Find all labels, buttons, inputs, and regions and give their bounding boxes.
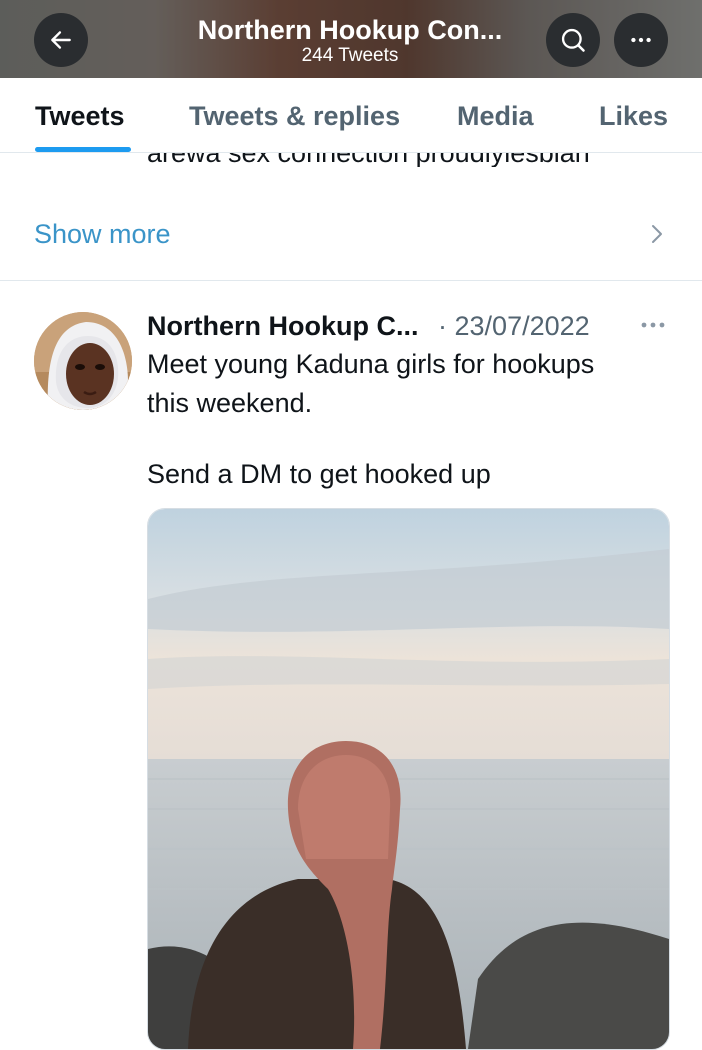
tweet-author[interactable]: Northern Hookup C... — [147, 310, 419, 342]
tab-tweets-replies[interactable]: Tweets & replies — [189, 100, 400, 132]
chevron-right-icon[interactable] — [648, 222, 666, 246]
tab-tweets[interactable]: Tweets — [35, 100, 125, 132]
search-button[interactable] — [546, 13, 600, 67]
meta-separator: · — [438, 311, 447, 341]
tweet-text-line-2: this weekend. — [147, 388, 313, 418]
more-horizontal-icon — [631, 37, 651, 43]
tab-media[interactable]: Media — [457, 100, 534, 132]
tweet-text-line-1: Meet young Kaduna girls for hookups — [147, 349, 595, 379]
active-tab-indicator — [35, 147, 131, 152]
tweet-media-image[interactable] — [147, 508, 670, 1050]
previous-tweet-hashtags: arewa sex connection proudlylesbian — [147, 153, 590, 167]
profile-header: Northern Hookup Con... 244 Tweets — [0, 0, 702, 78]
avatar[interactable] — [34, 312, 132, 410]
divider — [0, 280, 702, 281]
tweet-text-line-3: Send a DM to get hooked up — [147, 459, 491, 489]
tweet-date[interactable]: 23/07/2022 — [455, 311, 590, 341]
previous-tweet-text: arewa sex connection proudlylesbian — [0, 153, 702, 167]
arrow-left-icon — [51, 31, 71, 49]
tweet-meta: · 23/07/2022 — [438, 310, 590, 342]
back-button[interactable] — [34, 13, 88, 67]
tab-likes[interactable]: Likes — [599, 100, 668, 132]
search-icon — [561, 28, 585, 52]
tweet-more-icon[interactable] — [640, 318, 666, 332]
profile-tabs: Tweets Tweets & replies Media Likes — [0, 78, 702, 153]
profile-name: Northern Hookup Con... — [197, 15, 503, 45]
more-options-button[interactable] — [614, 13, 668, 67]
show-more-link[interactable]: Show more — [34, 218, 171, 250]
tweet-count: 244 Tweets — [301, 45, 399, 66]
